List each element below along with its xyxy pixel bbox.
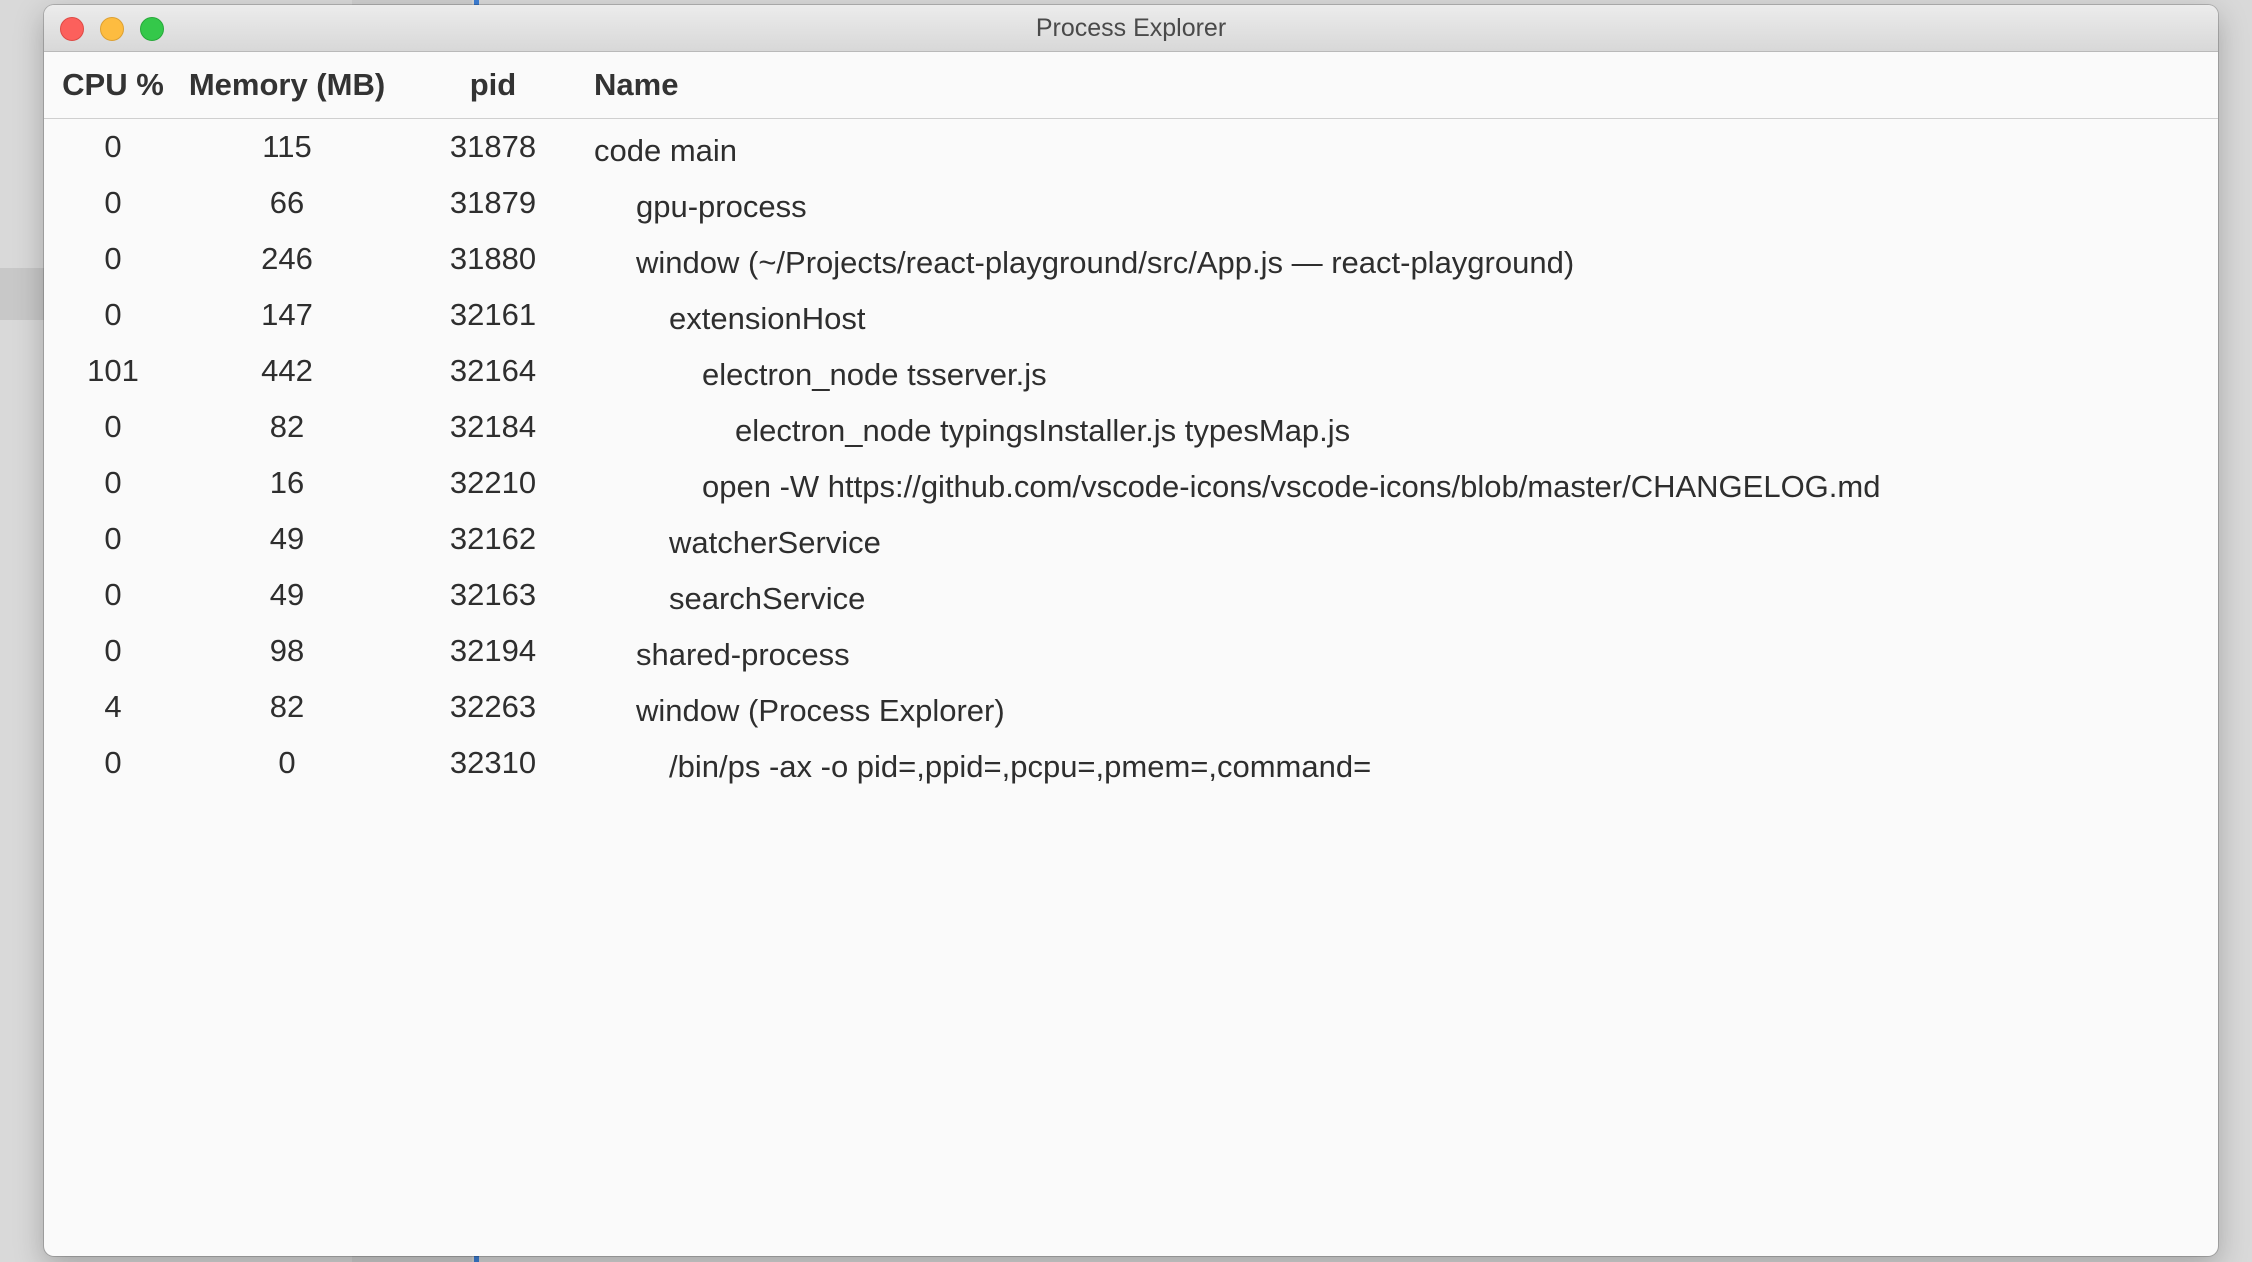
- cpu-cell: 0: [104, 633, 122, 668]
- pid-cell: 32163: [449, 577, 537, 612]
- cpu-cell: 0: [104, 241, 122, 276]
- cpu-cell: 0: [104, 185, 122, 220]
- cpu-cell: 101: [87, 353, 139, 388]
- memory-cell: 66: [269, 185, 305, 220]
- pid-cell: 32164: [449, 353, 537, 388]
- process-row[interactable]: 4 82 32263 window (Process Explorer): [44, 679, 2218, 735]
- process-row[interactable]: 0 246 31880 window (~/Projects/react-playgr…: [44, 231, 2218, 287]
- process-row[interactable]: 0 115 31878 code main: [44, 119, 2218, 175]
- pid-cell: 32162: [449, 521, 537, 556]
- name-cell: gpu-process: [636, 189, 807, 224]
- process-row[interactable]: 0 147 32161 extensionHost: [44, 287, 2218, 343]
- table-header: CPU % Memory (MB) pid Name: [44, 52, 2218, 119]
- cpu-cell: 0: [104, 521, 122, 556]
- memory-cell: 82: [269, 409, 305, 444]
- process-row[interactable]: 0 0 32310/bin/ps -ax -o pid=,ppid=,pcpu=,p…: [44, 735, 2218, 791]
- name-cell: watcherService: [669, 525, 881, 560]
- title-bar[interactable]: Process Explorer: [44, 5, 2218, 52]
- memory-cell: 16: [269, 465, 305, 500]
- process-explorer-window: Process Explorer CPU % Memory (MB) pid N…: [44, 5, 2218, 1256]
- pid-cell: 32210: [449, 465, 537, 500]
- name-cell: open -W https://github.com/vscode-icons/…: [702, 469, 1881, 504]
- name-cell: window (Process Explorer): [636, 693, 1005, 728]
- name-cell: extensionHost: [669, 301, 866, 336]
- column-header-pid[interactable]: pid: [438, 52, 548, 118]
- name-cell: shared-process: [636, 637, 850, 672]
- memory-cell: 147: [261, 297, 313, 332]
- process-row[interactable]: 0 49 32162 watcherService: [44, 511, 2218, 567]
- window-title: Process Explorer: [1035, 14, 1227, 42]
- name-cell: /bin/ps -ax -o pid=,ppid=,pcpu=,pmem=,co…: [669, 749, 1372, 784]
- column-header-cpu[interactable]: CPU %: [44, 52, 182, 118]
- name-cell: code main: [594, 133, 738, 168]
- cpu-cell: 0: [104, 577, 122, 612]
- column-header-memory[interactable]: Memory (MB): [182, 52, 392, 118]
- cpu-cell: 0: [104, 465, 122, 500]
- memory-cell: 246: [261, 241, 313, 276]
- process-row[interactable]: 0 16 32210 open -W https://github.com/vscod…: [44, 455, 2218, 511]
- pid-cell: 31880: [449, 241, 537, 276]
- pid-cell: 31879: [449, 185, 537, 220]
- process-row[interactable]: 0 66 31879 gpu-process: [44, 175, 2218, 231]
- pid-cell: 32161: [449, 297, 537, 332]
- name-cell: electron_node typingsInstaller.js typesM…: [735, 413, 1351, 448]
- memory-cell: 49: [269, 577, 305, 612]
- process-row[interactable]: 0 98 32194 shared-process: [44, 623, 2218, 679]
- pid-cell: 31878: [449, 129, 537, 164]
- memory-cell: 49: [269, 521, 305, 556]
- process-table-body: 0 115 31878 code main 0 66 31879 gpu-process 0 24…: [44, 119, 2218, 791]
- memory-cell: 115: [262, 129, 312, 164]
- background-window-edge: [0, 268, 44, 320]
- cpu-cell: 0: [104, 745, 122, 780]
- process-row[interactable]: 101 442 32164 electron_node tsserver.js: [44, 343, 2218, 399]
- name-cell: searchService: [669, 581, 866, 616]
- background-accent-bottom: [474, 1256, 479, 1262]
- pid-cell: 32194: [449, 633, 537, 668]
- cpu-cell: 4: [104, 689, 122, 724]
- process-row[interactable]: 0 82 32184 electron_node typingsInstaller.j…: [44, 399, 2218, 455]
- cpu-cell: 0: [104, 409, 122, 444]
- memory-cell: 0: [278, 745, 296, 780]
- name-cell: electron_node tsserver.js: [702, 357, 1047, 392]
- memory-cell: 442: [261, 353, 313, 388]
- pid-cell: 32310: [449, 745, 537, 780]
- memory-cell: 98: [269, 633, 305, 668]
- cpu-cell: 0: [104, 129, 122, 164]
- name-cell: window (~/Projects/react-playground/src/…: [636, 245, 1575, 280]
- memory-cell: 82: [269, 689, 305, 724]
- pid-cell: 32263: [449, 689, 537, 724]
- column-header-name[interactable]: Name: [594, 52, 2194, 118]
- pid-cell: 32184: [449, 409, 537, 444]
- cpu-cell: 0: [104, 297, 122, 332]
- background-window-bottom: [352, 1256, 472, 1262]
- process-row[interactable]: 0 49 32163 searchService: [44, 567, 2218, 623]
